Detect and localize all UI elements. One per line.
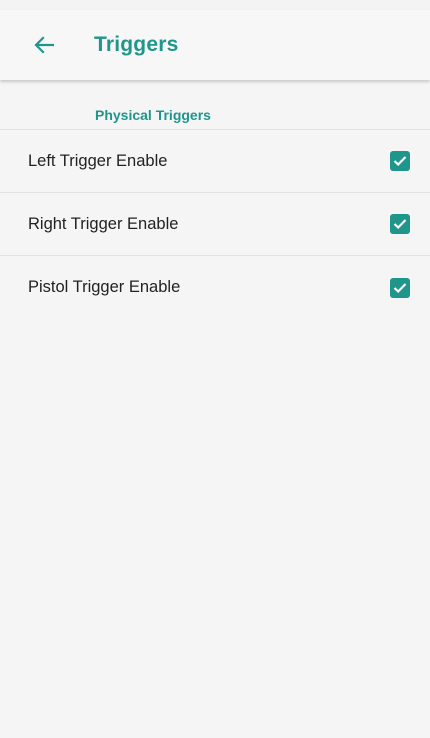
arrow-left-icon	[34, 36, 54, 54]
app-bar: Triggers	[0, 10, 430, 80]
right-trigger-checkbox[interactable]	[390, 214, 410, 234]
section-header: Physical Triggers	[0, 80, 430, 130]
check-icon	[393, 282, 407, 293]
pref-label-left-trigger: Left Trigger Enable	[28, 151, 168, 170]
pref-label-pistol-trigger: Pistol Trigger Enable	[28, 278, 181, 296]
pref-row-pistol-trigger[interactable]: Pistol Trigger Enable	[0, 256, 430, 319]
section-title-physical-triggers: Physical Triggers	[95, 107, 211, 123]
check-icon	[393, 219, 407, 230]
pref-row-left-trigger[interactable]: Left Trigger Enable	[0, 130, 430, 193]
settings-screen: Triggers Physical Triggers Left Trigger …	[0, 0, 430, 738]
pistol-trigger-checkbox[interactable]	[390, 277, 410, 298]
pref-row-right-trigger[interactable]: Right Trigger Enable	[0, 193, 430, 256]
page-title: Triggers	[94, 33, 179, 56]
status-bar	[0, 0, 430, 10]
pref-label-right-trigger: Right Trigger Enable	[28, 214, 179, 233]
back-button[interactable]	[18, 19, 70, 71]
left-trigger-checkbox[interactable]	[390, 151, 410, 171]
check-icon	[393, 156, 407, 167]
